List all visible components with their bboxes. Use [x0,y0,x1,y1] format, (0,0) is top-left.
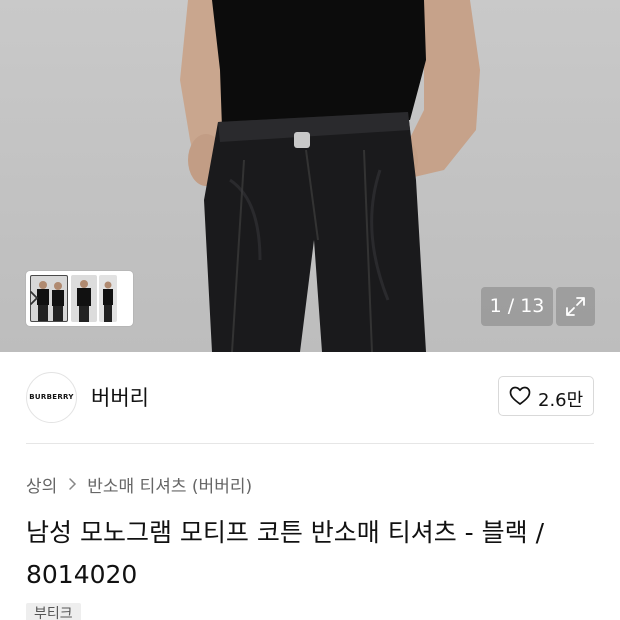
image-counter: 1 / 13 [481,287,553,326]
chevron-right-icon[interactable] [26,287,42,309]
product-title-line1: 남성 모노그램 모티프 코튼 반소매 티셔츠 - 블랙 / [26,518,545,547]
product-image[interactable]: 1 / 13 [0,0,620,352]
breadcrumb-item-subcategory[interactable]: 반소매 티셔츠 (버버리) [87,472,252,497]
breadcrumb-item-category[interactable]: 상의 [26,472,57,497]
brand-name[interactable]: 버버리 [91,382,149,412]
like-count: 2.6만 [538,390,584,411]
thumbnail-strip[interactable] [26,271,133,326]
thumbnail-3[interactable] [99,275,117,322]
expand-button[interactable] [556,287,595,326]
expand-icon [566,297,585,316]
heart-icon [509,386,531,405]
brand-row: BURBERRY 버버리 2.6만 [0,352,620,444]
brand-logo[interactable]: BURBERRY [26,372,77,423]
like-button[interactable]: 2.6만 [498,376,594,416]
product-title-line2: 8014020 [26,560,138,589]
product-title: 남성 모노그램 모티프 코튼 반소매 티셔츠 - 블랙 / 8014020 [26,512,596,596]
breadcrumb: 상의 반소매 티셔츠 (버버리) [26,472,252,497]
boutique-badge: 부티크 [26,603,81,620]
chevron-right-icon [69,478,77,490]
thumbnail-2[interactable] [71,275,97,322]
divider [26,443,594,444]
